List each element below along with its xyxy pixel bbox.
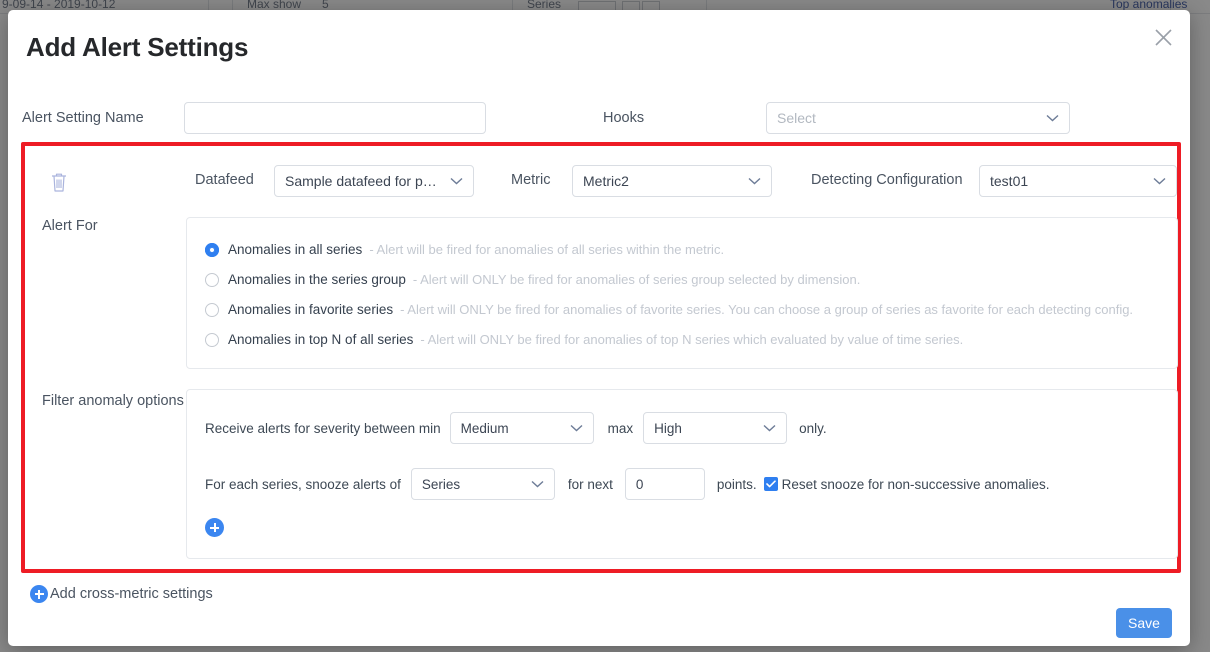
chevron-down-icon bbox=[748, 177, 761, 185]
hooks-select-value: Select bbox=[777, 110, 1040, 126]
metric-select-value: Metric2 bbox=[583, 173, 742, 189]
plus-circle-icon bbox=[30, 585, 48, 603]
alert-setting-name-input[interactable] bbox=[184, 102, 486, 134]
hooks-select[interactable]: Select bbox=[766, 102, 1070, 134]
radio-anomalies-favorite-series[interactable]: Anomalies in favorite series - Alert wil… bbox=[205, 302, 1133, 317]
severity-suffix-text: only. bbox=[799, 421, 827, 436]
radio-label: Anomalies in the series group bbox=[228, 272, 406, 287]
radio-description: - Alert will ONLY be fired for anomalies… bbox=[413, 272, 861, 287]
snooze-for-next-text: for next bbox=[568, 477, 613, 492]
close-icon[interactable] bbox=[1150, 24, 1176, 50]
page-title: Add Alert Settings bbox=[26, 32, 248, 63]
metric-select[interactable]: Metric2 bbox=[572, 165, 772, 197]
radio-label: Anomalies in all series bbox=[228, 242, 362, 257]
severity-min-select[interactable]: Medium bbox=[450, 412, 594, 444]
radio-indicator bbox=[205, 303, 219, 317]
radio-label: Anomalies in top N of all series bbox=[228, 332, 413, 347]
detecting-configuration-select[interactable]: test01 bbox=[979, 165, 1177, 197]
add-alert-settings-dialog: Add Alert Settings Alert Setting Name Ho… bbox=[8, 10, 1190, 646]
chevron-down-icon bbox=[570, 424, 583, 432]
plus-circle-icon bbox=[205, 518, 224, 537]
chevron-down-icon bbox=[450, 177, 463, 185]
metric-label: Metric bbox=[511, 172, 550, 188]
severity-prefix-text: Receive alerts for severity between min bbox=[205, 421, 441, 436]
radio-indicator bbox=[205, 333, 219, 347]
radio-indicator bbox=[205, 273, 219, 287]
severity-max-value: High bbox=[654, 421, 757, 436]
chevron-down-icon bbox=[1153, 177, 1166, 185]
chevron-down-icon bbox=[763, 424, 776, 432]
radio-description: - Alert will be fired for anomalies of a… bbox=[369, 242, 724, 257]
detecting-configuration-select-value: test01 bbox=[990, 173, 1147, 189]
radio-anomalies-series-group[interactable]: Anomalies in the series group - Alert wi… bbox=[205, 272, 860, 287]
snooze-prefix-text: For each series, snooze alerts of bbox=[205, 477, 401, 492]
reset-snooze-checkbox[interactable] bbox=[764, 477, 778, 491]
snooze-points-suffix-text: points. bbox=[717, 477, 757, 492]
radio-description: - Alert will ONLY be fired for anomalies… bbox=[420, 332, 963, 347]
hooks-label: Hooks bbox=[603, 110, 644, 126]
alert-for-label: Alert For bbox=[42, 218, 98, 234]
severity-max-select[interactable]: High bbox=[643, 412, 787, 444]
chevron-down-icon bbox=[531, 480, 544, 488]
chevron-down-icon bbox=[1046, 114, 1059, 122]
trash-icon[interactable] bbox=[48, 170, 70, 194]
snooze-points-input[interactable] bbox=[625, 468, 705, 500]
radio-description: - Alert will ONLY be fired for anomalies… bbox=[400, 302, 1133, 317]
add-cross-metric-settings-label: Add cross-metric settings bbox=[50, 586, 213, 602]
radio-label: Anomalies in favorite series bbox=[228, 302, 393, 317]
datafeed-select[interactable]: Sample datafeed for public bbox=[274, 165, 474, 197]
add-cross-metric-settings-button[interactable]: Add cross-metric settings bbox=[30, 585, 213, 603]
severity-filter-row: Receive alerts for severity between min … bbox=[205, 412, 827, 444]
datafeed-select-value: Sample datafeed for public bbox=[285, 173, 444, 189]
datafeed-label: Datafeed bbox=[195, 172, 254, 188]
add-filter-row-button[interactable] bbox=[205, 518, 224, 537]
alert-for-panel: Anomalies in all series - Alert will be … bbox=[186, 217, 1178, 369]
save-button[interactable]: Save bbox=[1116, 608, 1172, 638]
filter-anomaly-options-panel: Receive alerts for severity between min … bbox=[186, 389, 1178, 559]
snooze-scope-value: Series bbox=[422, 477, 525, 492]
reset-snooze-label: Reset snooze for non-successive anomalie… bbox=[782, 477, 1050, 492]
detecting-configuration-label: Detecting Configuration bbox=[811, 172, 963, 188]
filter-anomaly-options-label: Filter anomaly options bbox=[42, 393, 184, 409]
alert-setting-name-label: Alert Setting Name bbox=[22, 110, 144, 126]
footer-divider bbox=[8, 590, 1190, 591]
snooze-filter-row: For each series, snooze alerts of Series… bbox=[205, 468, 1050, 500]
severity-min-value: Medium bbox=[461, 421, 564, 436]
radio-indicator bbox=[205, 243, 219, 257]
radio-anomalies-top-n-series[interactable]: Anomalies in top N of all series - Alert… bbox=[205, 332, 963, 347]
snooze-scope-select[interactable]: Series bbox=[411, 468, 555, 500]
severity-max-text: max bbox=[608, 421, 634, 436]
radio-anomalies-all-series[interactable]: Anomalies in all series - Alert will be … bbox=[205, 242, 724, 257]
